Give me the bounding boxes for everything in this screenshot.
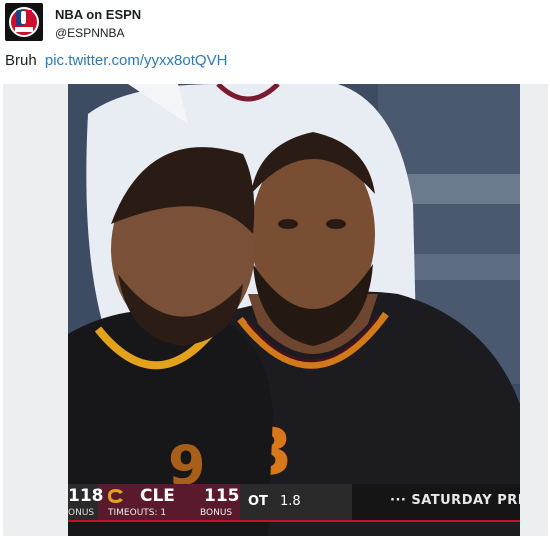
avatar[interactable] — [5, 3, 43, 41]
tweet-card: NBA on ESPN @ESPNNBA Bruh pic.twitter.co… — [0, 0, 550, 540]
scoreboard: 118 ONUS CLE TIMEOUTS: 1 115 BONUS OT 1.… — [68, 484, 520, 522]
tweet-header: NBA on ESPN @ESPNNBA — [0, 0, 550, 44]
team-bonus: BONUS — [200, 508, 233, 518]
tweet-body: Bruh — [5, 52, 37, 69]
promo-ticker: ··· SATURDAY PRI — [390, 493, 520, 508]
tweet-photo[interactable]: 3 9 118 ONUS CLE TIMEOUTS: 1 115 BONUS — [68, 84, 520, 536]
players-photo: 3 9 — [68, 84, 520, 536]
author-name[interactable]: NBA on ESPN — [55, 7, 141, 22]
cavs-logo-icon — [108, 489, 123, 503]
opponent-bonus: ONUS — [68, 508, 95, 518]
team-score: 115 — [204, 486, 240, 506]
tweet-text: Bruh pic.twitter.com/yyxx8otQVH — [5, 52, 227, 69]
author-handle[interactable]: @ESPNNBA — [55, 26, 125, 40]
game-clock: 1.8 — [280, 494, 301, 509]
media-link[interactable]: pic.twitter.com/yyxx8otQVH — [45, 52, 228, 69]
team-name: CLE — [140, 486, 175, 506]
opponent-score: 118 — [68, 486, 104, 506]
timeouts: TIMEOUTS: 1 — [108, 508, 167, 518]
period-label: OT — [248, 494, 268, 509]
